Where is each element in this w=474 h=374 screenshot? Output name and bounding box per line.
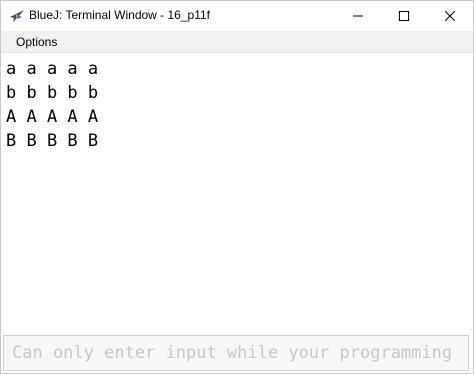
window-title: BlueJ: Terminal Window - 16_p11f bbox=[29, 8, 210, 22]
output-line: b b b b b bbox=[6, 83, 99, 103]
terminal-output[interactable]: a a a a a b b b b b A A A A A B B B B B bbox=[1, 53, 473, 333]
output-line: A A A A A bbox=[6, 107, 99, 127]
terminal-input-field[interactable] bbox=[4, 336, 468, 370]
terminal-input-box bbox=[3, 335, 469, 371]
close-button[interactable] bbox=[427, 1, 473, 31]
output-line: B B B B B bbox=[6, 131, 99, 151]
title-bar[interactable]: BlueJ: Terminal Window - 16_p11f bbox=[1, 1, 473, 31]
terminal-window: BlueJ: Terminal Window - 16_p11f Options… bbox=[0, 0, 474, 374]
close-icon bbox=[445, 11, 455, 21]
maximize-button[interactable] bbox=[381, 1, 427, 31]
menu-bar: Options bbox=[1, 31, 473, 53]
minimize-button[interactable] bbox=[335, 1, 381, 31]
menu-options[interactable]: Options bbox=[10, 35, 63, 49]
maximize-icon bbox=[399, 11, 409, 21]
output-line: a a a a a bbox=[6, 59, 99, 79]
minimize-icon bbox=[353, 11, 363, 21]
bluej-bird-icon bbox=[9, 8, 25, 24]
